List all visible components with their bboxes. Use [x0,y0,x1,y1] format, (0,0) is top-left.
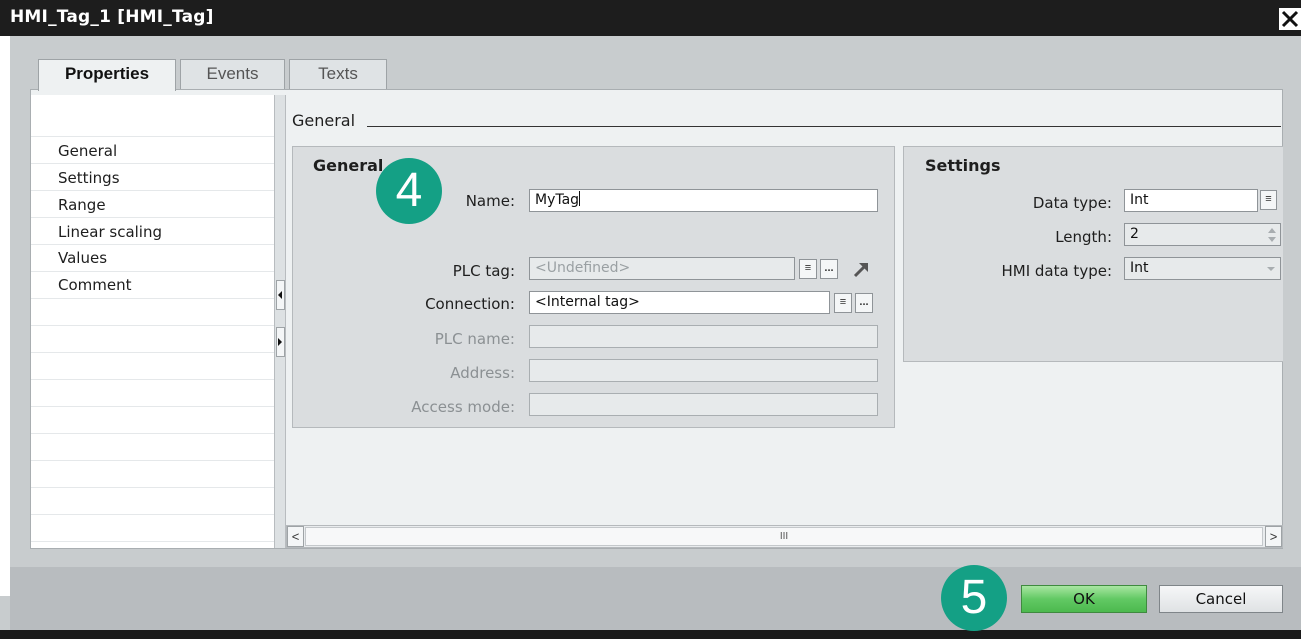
nav-item-comment[interactable]: Comment [58,276,132,294]
hmi-data-type-value: Int [1130,260,1149,276]
plc-tag-input[interactable]: <Undefined> [529,257,795,280]
hmi-data-type-label: HMI data type: [1001,262,1112,280]
list-icon: ≡ [804,262,812,274]
plc-name-label: PLC name: [434,330,515,348]
nav-item-general[interactable]: General [58,142,117,160]
step-badge-5: 5 [941,565,1007,631]
bottom-edge [0,630,1301,639]
plc-tag-list-button[interactable]: ≡ [799,259,817,279]
hmi-data-type-select: Int [1124,257,1281,280]
collapse-left-button[interactable] [276,280,285,310]
chevron-down-icon [1267,267,1275,271]
ok-button[interactable]: OK [1021,585,1147,613]
triangle-right-icon [278,338,282,346]
access-mode-input [529,393,878,416]
connection-browse-button[interactable]: ... [855,293,873,313]
address-input [529,359,878,382]
settings-group-title: Settings [925,156,1001,175]
close-button[interactable] [1279,8,1301,30]
scroll-left-button[interactable]: < [287,526,304,547]
scroll-right-button[interactable]: > [1265,526,1282,547]
plc-name-input [529,325,878,348]
arrow-up-right-icon [853,263,868,278]
connection-input[interactable]: <Internal tag> [529,291,830,314]
goto-plc-tag-button[interactable] [851,259,871,279]
nav-item-linear-scaling[interactable]: Linear scaling [58,223,162,241]
left-margin [0,36,10,596]
section-divider [367,126,1281,127]
data-type-list-button[interactable]: ≡ [1260,190,1277,210]
connection-label: Connection: [425,295,515,313]
plc-tag-browse-button[interactable]: ... [820,259,838,279]
name-input[interactable]: MyTag [529,189,878,212]
tab-texts[interactable]: Texts [289,59,387,89]
tab-events[interactable]: Events [180,59,285,89]
address-label: Address: [450,364,515,382]
section-heading: General [292,111,356,130]
pane-splitter[interactable] [274,95,286,548]
length-input: 2 [1124,223,1281,246]
triangle-left-icon [278,291,282,299]
connection-list-button[interactable]: ≡ [834,293,852,313]
expand-right-button[interactable] [276,327,285,357]
length-value: 2 [1130,226,1139,242]
step-badge-4: 4 [376,158,442,224]
horizontal-scrollbar[interactable]: < III > [286,525,1283,548]
section-nav: General Settings Range Linear scaling Va… [31,95,274,548]
tab-properties[interactable]: Properties [38,59,176,91]
access-mode-label: Access mode: [411,398,515,416]
length-label: Length: [1055,228,1112,246]
nav-item-values[interactable]: Values [58,249,107,267]
scrollbar-thumb[interactable]: III [305,527,1263,546]
plc-tag-label: PLC tag: [452,262,515,280]
cancel-button[interactable]: Cancel [1159,585,1283,613]
spinner-icon [1268,228,1276,242]
data-type-input[interactable]: Int [1124,189,1258,212]
list-icon: ≡ [1265,193,1272,205]
close-icon [1281,10,1299,28]
data-type-label: Data type: [1032,194,1112,212]
window-title: HMI_Tag_1 [HMI_Tag] [10,7,214,27]
general-group-title: General [313,156,384,175]
nav-item-settings[interactable]: Settings [58,169,120,187]
title-bar: HMI_Tag_1 [HMI_Tag] [0,0,1301,36]
list-icon: ≡ [839,296,847,308]
name-value: MyTag [535,192,580,208]
nav-item-range[interactable]: Range [58,196,106,214]
settings-group [903,146,1283,362]
